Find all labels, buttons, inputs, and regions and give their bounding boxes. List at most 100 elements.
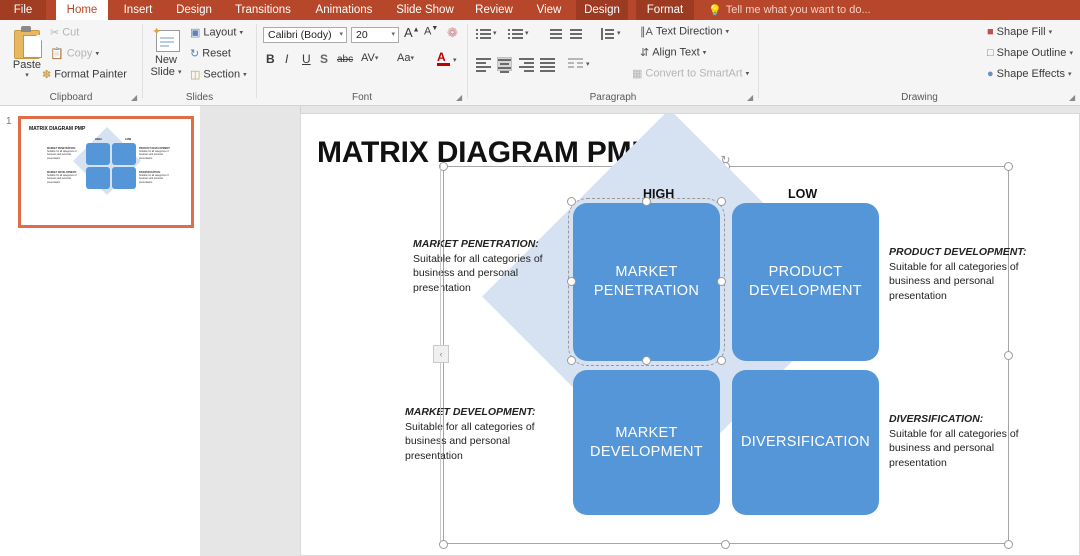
copy-caret-icon[interactable]: ▾ (95, 50, 99, 57)
shape-fill-label: Shape Fill (996, 26, 1046, 38)
description-diversification[interactable]: DIVERSIFICATION: Suitable for all catego… (889, 412, 1049, 470)
tab-insert[interactable]: Insert (114, 0, 162, 20)
tab-transitions[interactable]: Transitions (226, 0, 300, 20)
shape-handle-top-center[interactable] (642, 197, 651, 206)
shape-effects-icon: ● (987, 68, 994, 81)
slide-thumbnail-1[interactable]: MATRIX DIAGRAM PMP HIGH LOW MARKET PENET… (18, 116, 194, 228)
matrix-box-diversification[interactable]: DIVERSIFICATION (732, 370, 879, 515)
group-handle-top-right[interactable] (1004, 162, 1013, 171)
drawing-dialog-launcher[interactable]: ◢ (1069, 93, 1075, 102)
group-handle-bottom-center[interactable] (721, 540, 730, 549)
columns-caret-icon[interactable]: ▾ (586, 58, 590, 70)
align-right-button[interactable] (519, 57, 534, 72)
italic-button[interactable]: I (285, 52, 288, 66)
character-spacing-button[interactable]: AV▾ (361, 52, 378, 64)
font-family-caret-icon[interactable]: ▾ (339, 28, 343, 42)
shape-handle-bottom-left[interactable] (567, 356, 576, 365)
bullets-button[interactable] (476, 27, 491, 41)
reset-button[interactable]: ↻ Reset (190, 47, 231, 60)
slide-title[interactable]: MATRIX DIAGRAM PMP (317, 136, 651, 170)
group-handle-bottom-left[interactable] (439, 540, 448, 549)
shape-handle-mid-right[interactable] (717, 277, 726, 286)
new-slide-label-line1: New (154, 54, 177, 66)
description-product-development[interactable]: PRODUCT DEVELOPMENT: Suitable for all ca… (889, 245, 1049, 303)
matrix-box-product-development[interactable]: PRODUCT DEVELOPMENT (732, 203, 879, 361)
shape-fill-button[interactable]: ■ Shape Fill ▾ (987, 26, 1052, 38)
shape-handle-bottom-center[interactable] (642, 356, 651, 365)
clear-formatting-button[interactable]: ❁ (447, 25, 458, 41)
text-direction-button[interactable]: ∥A Text Direction ▾ (640, 25, 729, 38)
tab-slide-show[interactable]: Slide Show (388, 0, 462, 20)
ribbon-group-clipboard: Paste ▾ ✂ Cut 📋 Copy ▾ ✽ Format Painter Cli… (0, 20, 142, 105)
slide-canvas[interactable]: MATRIX DIAGRAM PMP ↻ HIGH LOW MARKET PENE… (300, 113, 1080, 556)
clipboard-dialog-launcher[interactable]: ◢ (131, 93, 137, 102)
font-size-box[interactable]: 20 ▾ (351, 27, 399, 43)
align-center-button[interactable] (497, 57, 512, 73)
paragraph-dialog-launcher[interactable]: ◢ (747, 93, 753, 102)
line-spacing-caret-icon[interactable]: ▾ (617, 27, 621, 39)
tab-format-contextual[interactable]: Format (636, 0, 694, 20)
shape-handle-bottom-right[interactable] (717, 356, 726, 365)
thumbnail-desc-4: DIVERSIFICATION: Suitable for all categor… (139, 171, 169, 184)
new-slide-button[interactable]: ✦ New Slide ▾ (146, 24, 186, 92)
shape-handle-mid-left[interactable] (567, 277, 576, 286)
collapse-pane-button[interactable]: ‹ (433, 345, 449, 363)
format-painter-button[interactable]: ✽ Format Painter (42, 68, 127, 81)
strikethrough-button[interactable]: abc (337, 54, 353, 65)
numbering-caret-icon[interactable]: ▾ (525, 27, 529, 39)
group-handle-mid-right[interactable] (1004, 351, 1013, 360)
tab-file[interactable]: File (0, 0, 46, 20)
increase-indent-button[interactable] (568, 27, 583, 41)
copy-button[interactable]: 📋 Copy ▾ (50, 47, 99, 60)
align-text-button[interactable]: ⇵ Align Text ▾ (640, 46, 706, 59)
tell-me-box[interactable]: 💡 Tell me what you want to do... (708, 0, 871, 20)
layout-button[interactable]: ▣ Layout ▾ (190, 26, 243, 39)
tab-review[interactable]: Review (468, 0, 520, 20)
font-size-value: 20 (356, 29, 368, 41)
increase-font-size-button[interactable]: A▲ (404, 25, 420, 40)
bold-button[interactable]: B (266, 52, 275, 66)
text-shadow-button[interactable]: S (320, 52, 328, 66)
collapse-guide-line-bottom (440, 363, 441, 541)
layout-label: Layout (203, 26, 237, 39)
font-dialog-launcher[interactable]: ◢ (456, 93, 462, 102)
numbering-button[interactable] (508, 27, 523, 41)
section-button[interactable]: ◫ Section ▾ (190, 68, 247, 81)
columns-button[interactable] (568, 57, 583, 71)
lightbulb-icon: 💡 (708, 5, 722, 17)
shape-outline-button[interactable]: □ Shape Outline ▾ (987, 47, 1073, 59)
description-market-penetration[interactable]: MARKET PENETRATION: Suitable for all cat… (413, 237, 565, 295)
line-spacing-button[interactable] (600, 27, 615, 41)
convert-to-smartart-button[interactable]: ▦ Convert to SmartArt ▾ (632, 67, 749, 80)
matrix-box-market-penetration[interactable]: MARKET PENETRATION (568, 198, 725, 366)
font-color-button[interactable]: A (437, 50, 450, 66)
bullets-caret-icon[interactable]: ▾ (493, 27, 497, 39)
font-size-caret-icon[interactable]: ▾ (391, 28, 395, 42)
thumbnail-gutter (200, 106, 301, 556)
matrix-box-market-development-label: MARKET DEVELOPMENT (590, 424, 703, 460)
tab-animations[interactable]: Animations (306, 0, 382, 20)
cut-button[interactable]: ✂ Cut (50, 26, 79, 39)
shape-handle-top-left[interactable] (567, 197, 576, 206)
decrease-font-size-button[interactable]: A▼ (424, 25, 438, 38)
description-market-development[interactable]: MARKET DEVELOPMENT: Suitable for all cat… (405, 405, 557, 463)
font-color-caret-icon[interactable]: ▾ (453, 54, 457, 66)
justify-button[interactable] (540, 57, 555, 72)
tab-design-contextual[interactable]: Design (576, 0, 628, 20)
underline-button[interactable]: U (302, 52, 311, 66)
group-handle-bottom-right[interactable] (1004, 540, 1013, 549)
align-text-icon: ⇵ (640, 47, 650, 59)
paste-button[interactable]: Paste ▾ (6, 24, 48, 92)
change-case-button[interactable]: Aa▾ (397, 52, 414, 64)
shape-effects-button[interactable]: ● Shape Effects ▾ (987, 68, 1072, 80)
font-family-box[interactable]: Calibri (Body) ▾ (263, 27, 347, 43)
shape-handle-top-right[interactable] (717, 197, 726, 206)
matrix-box-market-development[interactable]: MARKET DEVELOPMENT (573, 370, 720, 515)
decrease-indent-button[interactable] (548, 27, 563, 41)
copy-label: Copy (66, 47, 93, 60)
tab-view[interactable]: View (526, 0, 572, 20)
tab-design[interactable]: Design (168, 0, 220, 20)
tab-home[interactable]: Home (56, 0, 108, 20)
align-left-button[interactable] (476, 57, 491, 72)
new-slide-label-line2: Slide ▾ (150, 66, 182, 78)
